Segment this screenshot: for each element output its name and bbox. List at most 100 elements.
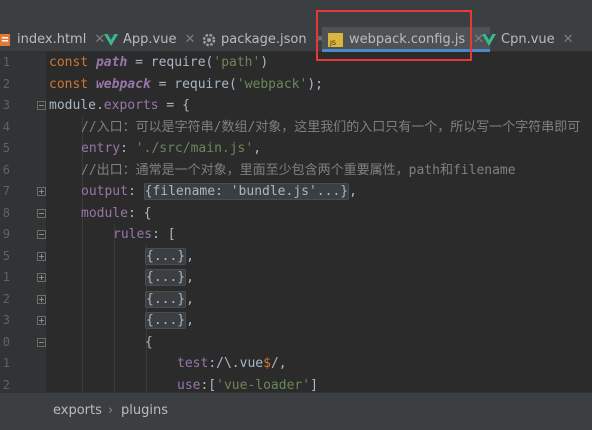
tab-app-vue[interactable]: App.vue ✕ xyxy=(104,27,195,52)
fold-toggle-icon[interactable] xyxy=(37,316,46,325)
string: 'path' xyxy=(213,55,261,70)
tab-label: package.json xyxy=(221,32,307,47)
variable: webpack xyxy=(95,76,151,92)
code-line: 6 //出口：通常是一个对象，里面至少包含两个重要属性，path和filenam… xyxy=(0,160,592,182)
line-number: 1 xyxy=(2,356,10,370)
line-number: 3 xyxy=(2,98,10,112)
code-line: 2 use:['vue-loader'] xyxy=(0,375,592,393)
code-line: 1 test:/\.vue$/, xyxy=(0,353,592,375)
line-number: 1 xyxy=(2,270,10,284)
punct: : xyxy=(120,141,136,156)
breadcrumb-item-exports[interactable]: exports xyxy=(53,403,102,418)
punct: , xyxy=(253,141,262,156)
regex-anchor: $ xyxy=(263,356,271,371)
fold-toggle-icon[interactable] xyxy=(37,208,46,218)
punct: , xyxy=(186,270,194,285)
fold-toggle-icon[interactable] xyxy=(37,230,46,239)
punct: , xyxy=(186,291,194,307)
tab-index-html[interactable]: index.html ✕ xyxy=(0,27,105,52)
property: test xyxy=(177,356,209,371)
fold-toggle-icon[interactable] xyxy=(37,251,46,261)
svg-text:JS: JS xyxy=(329,39,336,47)
tab-cpn-vue[interactable]: Cpn.vue ✕ xyxy=(482,27,574,52)
punct: ] xyxy=(310,377,318,393)
keyword: const xyxy=(49,76,89,92)
line-number: 2 xyxy=(2,377,10,392)
string: './src/main.js' xyxy=(135,141,254,156)
breadcrumb-separator: › xyxy=(108,403,114,418)
variable: path xyxy=(95,55,128,70)
js-file-icon: JS xyxy=(328,32,344,47)
tab-label: index.html xyxy=(17,32,87,47)
code-line: 4 //入口：可以是字符串/数组/对象，这里我们的入口只有一个，所以写一个字符串… xyxy=(0,117,592,139)
breadcrumb: exports › plugins xyxy=(0,392,592,430)
fold-toggle-icon[interactable] xyxy=(37,337,46,347)
tab-label: webpack.config.js xyxy=(349,32,466,47)
vue-file-icon xyxy=(482,33,496,46)
folded-region[interactable]: {filename: 'bundle.js'...} xyxy=(143,183,350,200)
editor-tab-bar: index.html ✕ App.vue ✕ package.json ✕ JS… xyxy=(0,0,592,52)
json-file-icon xyxy=(202,33,216,47)
line-number: 2 xyxy=(2,76,10,91)
fold-toggle-icon[interactable] xyxy=(37,101,46,110)
code-line: 8 module: { xyxy=(0,203,592,225)
code-line: 7 output: {filename: 'bundle.js'...}, xyxy=(0,181,592,203)
punct: , xyxy=(186,248,194,264)
regex: /\.vue xyxy=(216,356,264,371)
code-line: 5 entry: './src/main.js', xyxy=(0,138,592,160)
property: exports xyxy=(103,98,159,113)
operator: = require( xyxy=(150,76,237,92)
line-number: 7 xyxy=(2,184,10,198)
folded-region[interactable]: {...} xyxy=(145,247,187,265)
code-line: 1 const path = require('path') xyxy=(0,52,592,74)
property: module xyxy=(81,205,128,221)
punct: : [ xyxy=(152,227,176,242)
string: 'webpack' xyxy=(236,76,308,92)
code-line: 9 rules: [ xyxy=(0,224,592,246)
code-line: 2 {...}, xyxy=(0,289,592,311)
property: use xyxy=(177,377,201,393)
vue-file-icon xyxy=(104,33,118,46)
punct: :[ xyxy=(200,377,217,393)
tab-label: App.vue xyxy=(123,32,177,47)
punct: : { xyxy=(127,205,152,221)
punct: ); xyxy=(307,76,323,92)
folded-region[interactable]: {...} xyxy=(145,290,187,308)
tab-label: Cpn.vue xyxy=(501,32,555,47)
property: entry xyxy=(81,141,121,156)
code-line: 5 {...}, xyxy=(0,246,592,268)
punct: , xyxy=(186,313,194,328)
fold-toggle-icon[interactable] xyxy=(37,187,46,196)
line-number: 0 xyxy=(2,334,10,349)
code-line: 1 {...}, xyxy=(0,267,592,289)
tab-webpack-config-js[interactable]: JS webpack.config.js ✕ xyxy=(322,27,491,52)
code-editor[interactable]: 1 const path = require('path') 2 const w… xyxy=(0,52,592,392)
close-icon[interactable]: ✕ xyxy=(184,32,195,47)
punct: : xyxy=(208,356,217,371)
keyword: const xyxy=(49,55,89,70)
regex: / xyxy=(270,356,279,371)
line-number: 2 xyxy=(2,291,10,306)
folded-region[interactable]: {...} xyxy=(145,312,187,329)
tab-package-json[interactable]: package.json ✕ xyxy=(202,27,326,52)
fold-toggle-icon[interactable] xyxy=(37,294,46,304)
punct: = { xyxy=(158,98,190,113)
line-number: 3 xyxy=(2,313,10,327)
code-line: 3 {...}, xyxy=(0,310,592,332)
code-line: 2 const webpack = require('webpack'); xyxy=(0,74,592,96)
line-number: 1 xyxy=(2,55,10,69)
string: 'vue-loader' xyxy=(216,377,311,393)
fold-toggle-icon[interactable] xyxy=(37,273,46,282)
property: rules xyxy=(113,227,153,242)
comment: //入口：可以是字符串/数组/对象，这里我们的入口只有一个，所以写一个字符串即可 xyxy=(81,119,581,135)
punct: ) xyxy=(260,55,269,70)
close-icon[interactable]: ✕ xyxy=(563,32,574,47)
operator: = require( xyxy=(127,55,214,70)
line-number: 6 xyxy=(2,162,10,177)
property: output xyxy=(81,184,128,199)
breadcrumb-item-plugins[interactable]: plugins xyxy=(121,403,168,418)
line-number: 5 xyxy=(2,248,10,263)
line-number: 5 xyxy=(2,141,10,155)
html-file-icon xyxy=(0,33,12,47)
folded-region[interactable]: {...} xyxy=(145,269,187,286)
